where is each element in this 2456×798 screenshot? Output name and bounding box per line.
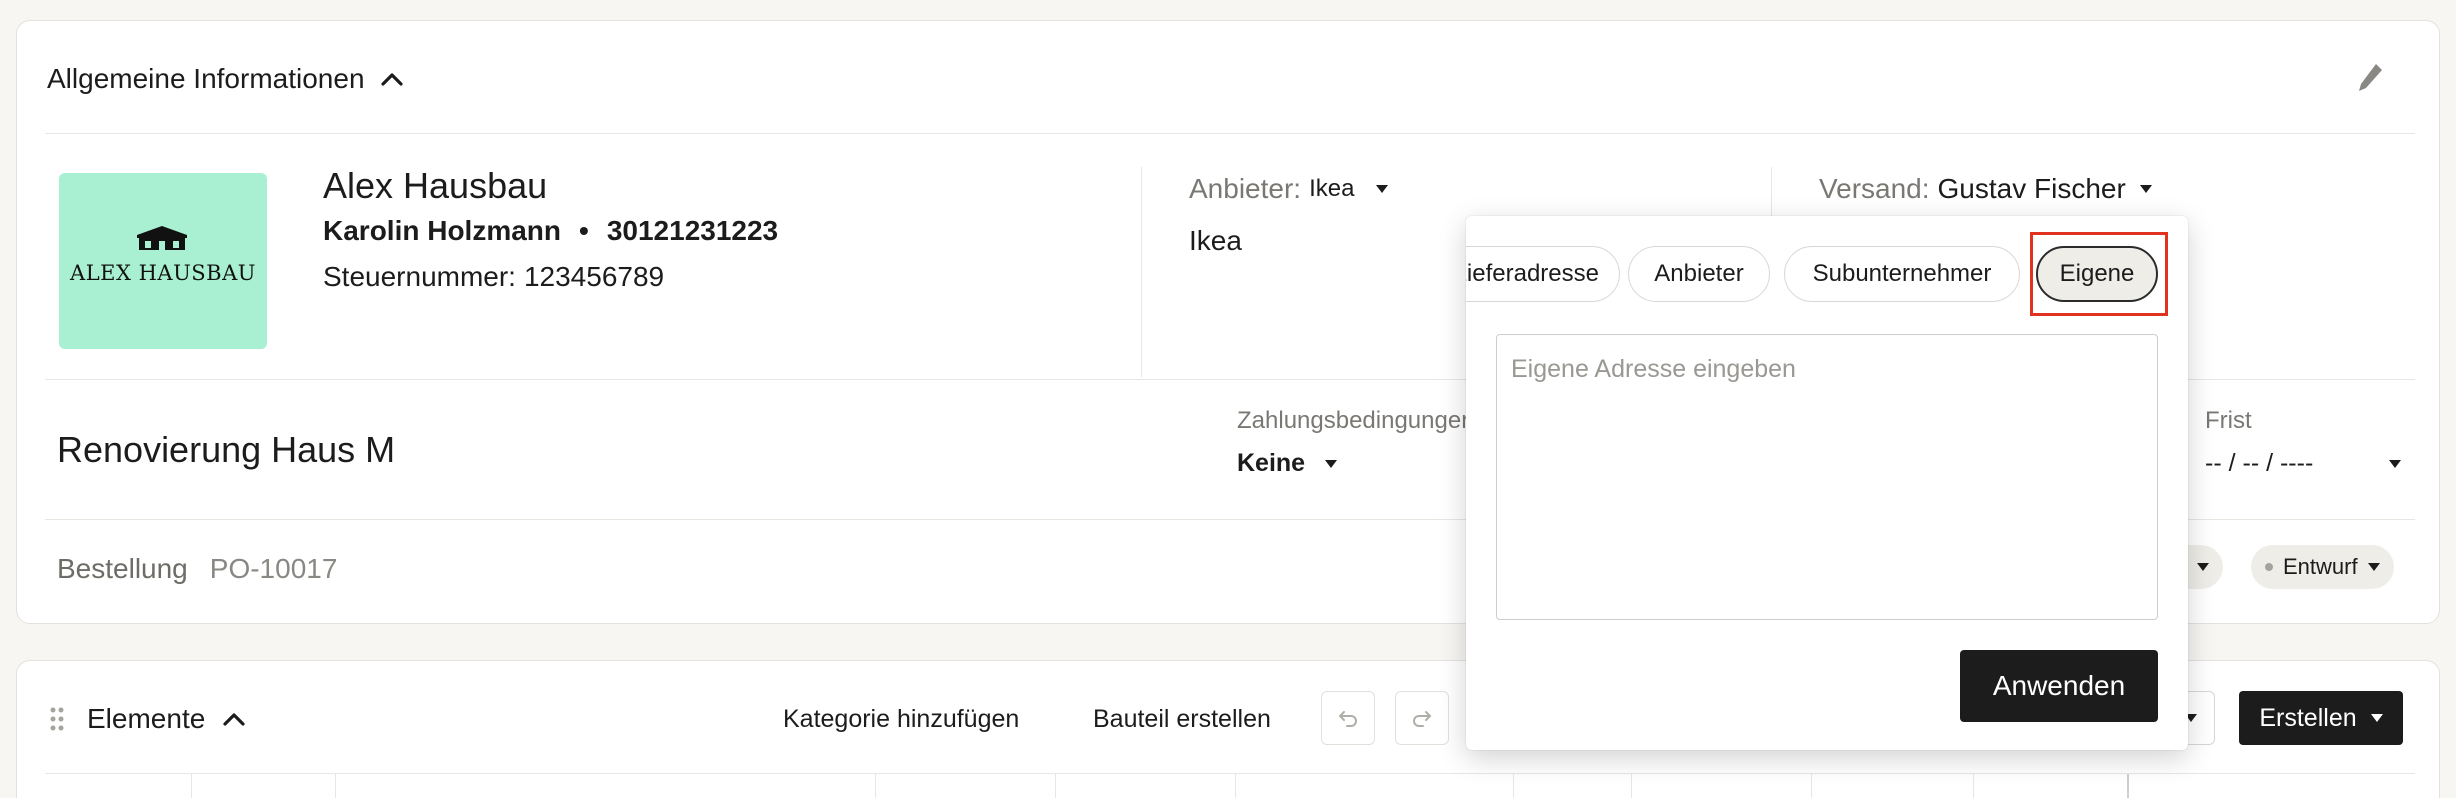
- column-divider: [875, 774, 876, 798]
- status-chip[interactable]: Entwurf: [2251, 545, 2394, 589]
- tab-label: Lieferadresse: [1466, 260, 1599, 287]
- house-logo-icon: [137, 226, 187, 250]
- shipping-label: Versand:: [1819, 173, 1930, 204]
- shipping-select[interactable]: Versand: Gustav Fischer: [1819, 171, 2152, 207]
- redo-button[interactable]: [1395, 691, 1449, 745]
- create-button[interactable]: Erstellen: [2239, 691, 2403, 745]
- column-divider: [1631, 774, 1632, 798]
- order-info: Bestellung PO-10017: [57, 553, 337, 585]
- drag-handle-icon[interactable]: [50, 707, 64, 731]
- column-divider: [1055, 774, 1056, 798]
- payment-terms-label-wrap: Zahlungsbedingungen: [1237, 407, 1481, 435]
- column-divider: [1973, 774, 1974, 798]
- vendor-select[interactable]: Anbieter: Ikea: [1189, 171, 1389, 207]
- general-info-header[interactable]: Allgemeine Informationen: [47, 59, 403, 99]
- column-divider: [1513, 774, 1514, 798]
- tab-anbieter[interactable]: Anbieter: [1628, 246, 1770, 302]
- create-part-button[interactable]: Bauteil erstellen: [1093, 705, 1271, 734]
- column-divider: [191, 774, 192, 798]
- vendor-value: Ikea: [1309, 175, 1355, 202]
- custom-address-input[interactable]: [1496, 334, 2158, 620]
- apply-label: Anwenden: [1992, 670, 2126, 701]
- status-value: Entwurf: [2283, 554, 2358, 579]
- table-header-divider: [45, 773, 2415, 774]
- tab-subunternehmer[interactable]: Subunternehmer: [1784, 246, 2020, 302]
- order-label: Bestellung: [57, 553, 188, 584]
- column-divider: [1811, 774, 1812, 798]
- divider: [45, 133, 2415, 134]
- customer-name: Alex Hausbau: [323, 165, 548, 206]
- caret-down-icon: [1376, 185, 1389, 193]
- elements-title: Elemente: [87, 703, 206, 734]
- divider-vertical: [1141, 167, 1142, 377]
- payment-terms-value: Keine: [1237, 449, 1306, 477]
- caret-down-icon: [2367, 563, 2380, 571]
- caret-down-icon: [1325, 459, 1338, 468]
- contact-phone: 30121231223: [606, 215, 779, 246]
- address-popover: Lieferadresse Anbieter Subunternehmer Ei…: [1466, 216, 2188, 750]
- section-title: Allgemeine Informationen: [47, 63, 365, 94]
- shipping-value: Gustav Fischer: [1937, 173, 2126, 204]
- apply-button[interactable]: Anwenden: [1960, 650, 2158, 722]
- payment-terms-select[interactable]: Keine: [1237, 449, 1338, 478]
- vendor-label: Anbieter:: [1189, 173, 1302, 204]
- undo-icon: [1339, 711, 1357, 727]
- payment-terms-label: Zahlungsbedingungen: [1237, 407, 1475, 434]
- chevron-up-icon[interactable]: [380, 72, 403, 86]
- tax-line: Steuernummer: 123456789: [323, 261, 664, 293]
- column-divider: [335, 774, 336, 798]
- add-category-button[interactable]: Kategorie hinzufügen: [783, 705, 1019, 734]
- create-label: Erstellen: [2259, 703, 2357, 732]
- column-divider: [1235, 774, 1236, 798]
- deadline-value: -- / -- / ----: [2205, 449, 2314, 477]
- chevron-up-icon[interactable]: [223, 712, 245, 726]
- logo-text: ALEX HAUSBAU: [70, 261, 256, 285]
- caret-down-icon: [2389, 459, 2401, 468]
- tax-label: Steuernummer:: [323, 261, 516, 292]
- caret-down-icon: [2197, 563, 2209, 571]
- deadline-select[interactable]: -- / -- / ----: [2205, 449, 2401, 478]
- elements-header[interactable]: Elemente: [87, 699, 245, 739]
- tab-label: Subunternehmer: [1812, 260, 1992, 287]
- tab-lieferadresse[interactable]: Lieferadresse: [1466, 246, 1620, 302]
- caret-down-icon: [2370, 714, 2383, 722]
- caret-down-icon: [2139, 185, 2152, 193]
- edit-pencil-icon[interactable]: [2355, 61, 2385, 95]
- customer-logo: ALEX HAUSBAU: [59, 173, 267, 349]
- undo-button[interactable]: [1321, 691, 1375, 745]
- status-dot: [2265, 563, 2273, 571]
- redo-icon: [1413, 711, 1431, 727]
- tax-number: 123456789: [523, 261, 665, 292]
- tab-label: Anbieter: [1654, 260, 1744, 287]
- separator: •: [579, 215, 589, 246]
- vendor-address: Ikea: [1189, 225, 1242, 256]
- column-divider: [2127, 774, 2129, 798]
- deadline-label: Frist: [2205, 407, 2252, 434]
- tab-label: Eigene: [2059, 260, 2135, 287]
- contact-name: Karolin Holzmann: [323, 215, 562, 246]
- tab-eigene[interactable]: Eigene: [2036, 246, 2158, 302]
- project-title: Renovierung Haus M: [57, 429, 396, 470]
- customer-contact-line: Karolin Holzmann • 30121231223: [323, 215, 778, 247]
- order-number: PO-10017: [209, 553, 338, 584]
